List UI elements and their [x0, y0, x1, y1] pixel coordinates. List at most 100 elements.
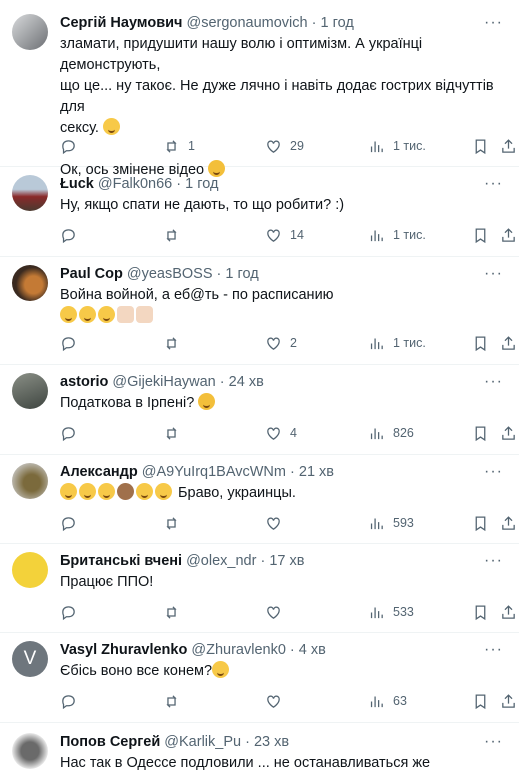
author-name[interactable]: Łuck [60, 176, 94, 192]
author-handle[interactable]: @Karlik_Pu [164, 734, 241, 750]
like-button[interactable] [265, 693, 290, 710]
tweet-header: Vasyl Zhuravlenko @Zhuravlenk0 · 4 хв ··… [60, 641, 507, 659]
reply-button[interactable] [60, 604, 85, 621]
author-handle[interactable]: @A9YuIrq1BAvcWNm [142, 464, 286, 480]
timestamp[interactable]: 23 хв [254, 734, 289, 750]
tweet[interactable]: Попов Сергей @Karlik_Pu · 23 хв ··· Нас … [0, 723, 519, 777]
avatar[interactable] [12, 733, 48, 769]
share-button[interactable] [500, 227, 517, 244]
tweet[interactable]: Paul Cop @yeasBOSS · 1 год ··· Война вой… [0, 257, 519, 365]
timestamp[interactable]: 1 год [185, 176, 218, 192]
tweet[interactable]: V Vasyl Zhuravlenko @Zhuravlenk0 · 4 хв … [0, 633, 519, 723]
timestamp[interactable]: 1 год [225, 266, 258, 282]
author-handle[interactable]: @sergonaumovich [186, 15, 307, 31]
share-button[interactable] [500, 693, 517, 710]
like-button[interactable]: 4 [265, 425, 297, 442]
reply-button[interactable] [60, 335, 85, 352]
bookmark-button[interactable] [472, 425, 489, 442]
avatar[interactable] [12, 463, 48, 499]
share-button[interactable] [500, 604, 517, 621]
author-handle[interactable]: @Zhuravlenk0 [191, 642, 286, 658]
bookmark-button[interactable] [472, 138, 489, 155]
avatar[interactable] [12, 265, 48, 301]
more-options-icon[interactable]: ··· [484, 175, 503, 193]
author-handle[interactable]: @olex_ndr [186, 553, 256, 569]
views-icon [370, 696, 383, 707]
bookmark-button[interactable] [472, 227, 489, 244]
like-button[interactable]: 29 [265, 138, 304, 155]
author-name[interactable]: Paul Cop [60, 266, 123, 282]
reply-button[interactable] [60, 227, 85, 244]
more-options-icon[interactable]: ··· [484, 463, 503, 481]
reply-button[interactable] [60, 425, 85, 442]
timestamp[interactable]: 4 хв [299, 642, 326, 658]
author-name[interactable]: astorio [60, 374, 108, 390]
tweet[interactable]: Александр @A9YuIrq1BAvcWNm · 21 хв ··· Б… [0, 455, 519, 544]
retweet-button[interactable] [163, 335, 188, 352]
author-name[interactable]: Vasyl Zhuravlenko [60, 642, 187, 658]
timestamp[interactable]: 24 хв [229, 374, 264, 390]
rofl-emoji-icon [102, 118, 120, 135]
author-name[interactable]: Британські вчені [60, 553, 182, 569]
flexed-biceps-emoji-icon [136, 306, 153, 323]
tweet[interactable]: Британські вчені @olex_ndr · 17 хв ··· П… [0, 544, 519, 633]
retweet-button[interactable]: 1 [163, 138, 195, 155]
more-options-icon[interactable]: ··· [484, 552, 503, 570]
more-options-icon[interactable]: ··· [484, 373, 503, 391]
share-button[interactable] [500, 335, 517, 352]
reply-button[interactable] [60, 138, 85, 155]
author-name[interactable]: Александр [60, 464, 138, 480]
tweet[interactable]: astorio @GijekiHaywan · 24 хв ··· Податк… [0, 365, 519, 455]
views-button[interactable]: 1 тис. [368, 227, 426, 244]
retweet-button[interactable] [163, 425, 188, 442]
like-button[interactable] [265, 515, 290, 532]
reply-button[interactable] [60, 515, 85, 532]
like-button[interactable]: 14 [265, 227, 304, 244]
views-button[interactable]: 63 [368, 693, 407, 710]
avatar[interactable] [12, 14, 48, 50]
avatar[interactable] [12, 373, 48, 409]
bookmark-button[interactable] [472, 335, 489, 352]
author-handle[interactable]: @GijekiHaywan [112, 374, 215, 390]
bookmark-button[interactable] [472, 604, 489, 621]
like-button[interactable] [265, 604, 290, 621]
share-button[interactable] [500, 515, 517, 532]
more-options-icon[interactable]: ··· [484, 641, 503, 659]
timestamp[interactable]: 17 хв [269, 553, 304, 569]
retweet-icon [166, 605, 177, 619]
share-button[interactable] [500, 138, 517, 155]
joy-emoji-icon [155, 483, 172, 500]
bookmark-button[interactable] [472, 693, 489, 710]
retweet-button[interactable] [163, 693, 188, 710]
retweet-icon [166, 516, 177, 530]
more-options-icon[interactable]: ··· [484, 265, 503, 283]
author-name[interactable]: Сергій Наумович [60, 15, 182, 31]
views-button[interactable]: 826 [368, 425, 414, 442]
avatar[interactable] [12, 175, 48, 211]
more-options-icon[interactable]: ··· [484, 14, 503, 32]
share-button[interactable] [500, 425, 517, 442]
separator-dot: · [216, 266, 222, 282]
author-name[interactable]: Попов Сергей [60, 734, 160, 750]
views-button[interactable]: 593 [368, 515, 414, 532]
author-handle[interactable]: @yeasBOSS [127, 266, 213, 282]
avatar[interactable] [12, 552, 48, 588]
bookmark-button[interactable] [472, 515, 489, 532]
tweet[interactable]: Łuck @Falk0n66 · 1 год ··· Ну, якщо спат… [0, 167, 519, 257]
timestamp[interactable]: 1 год [321, 15, 354, 31]
more-options-icon[interactable]: ··· [484, 733, 503, 751]
timestamp[interactable]: 21 хв [299, 464, 334, 480]
avatar[interactable]: V [12, 641, 48, 677]
like-button[interactable]: 2 [265, 335, 297, 352]
retweet-button[interactable] [163, 227, 188, 244]
retweet-button[interactable] [163, 604, 188, 621]
views-button[interactable]: 1 тис. [368, 138, 426, 155]
views-button[interactable]: 1 тис. [368, 335, 426, 352]
retweet-button[interactable] [163, 515, 188, 532]
views-icon [370, 518, 383, 529]
tweet-text: зламати, придушити нашу волю і оптимізм.… [60, 34, 507, 181]
author-handle[interactable]: @Falk0n66 [98, 176, 172, 192]
tweet[interactable]: Сергій Наумович @sergonaumovich · 1 год … [0, 0, 519, 178]
views-button[interactable]: 533 [368, 604, 414, 621]
reply-button[interactable] [60, 693, 85, 710]
